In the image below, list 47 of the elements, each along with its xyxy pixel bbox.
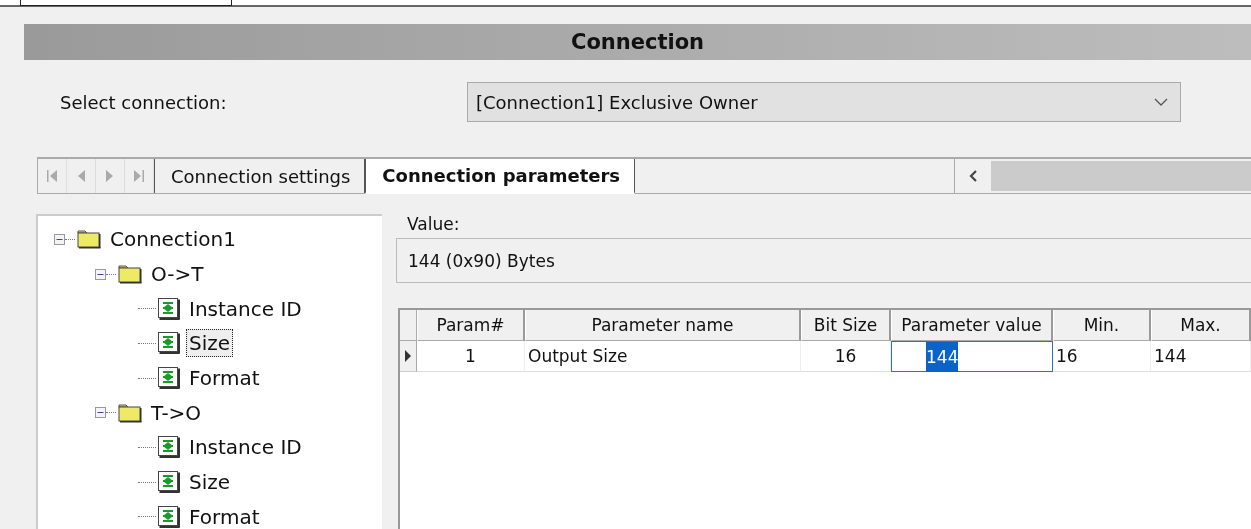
folder-icon bbox=[118, 402, 142, 423]
triangle-left-icon bbox=[76, 169, 86, 183]
parameter-icon bbox=[158, 367, 180, 390]
table-cell: 16 bbox=[1053, 341, 1151, 372]
column-header[interactable]: Max. bbox=[1151, 310, 1251, 341]
chevron-left-icon bbox=[968, 169, 978, 183]
tab[interactable]: Connection parameters bbox=[365, 159, 636, 194]
parameter-icon bbox=[158, 436, 180, 459]
column-header[interactable]: Param# bbox=[417, 310, 525, 341]
tree-item[interactable]: Size bbox=[186, 468, 234, 497]
value-field: 144 (0x90) Bytes bbox=[396, 238, 1251, 283]
table-cell: 144 bbox=[1151, 341, 1251, 372]
triangle-right-icon bbox=[105, 169, 115, 183]
tree-item[interactable]: Instance ID bbox=[186, 433, 305, 462]
parameter-icon bbox=[158, 471, 180, 494]
collapse-icon[interactable] bbox=[95, 268, 106, 280]
column-header[interactable]: Bit Size bbox=[801, 310, 891, 341]
value-label: Value: bbox=[407, 214, 461, 236]
table-cell: 1 bbox=[417, 341, 525, 372]
section-header: Connection bbox=[24, 24, 1251, 60]
column-header[interactable]: Parameter value bbox=[891, 310, 1053, 341]
tree-item[interactable]: O->T bbox=[148, 260, 207, 289]
field-label: Select connection: bbox=[60, 91, 228, 113]
table-cell: 16 bbox=[801, 341, 891, 372]
connection-dropdown[interactable]: [Connection1] Exclusive Owner bbox=[467, 82, 1181, 122]
folder-icon bbox=[77, 229, 101, 250]
corner-header bbox=[400, 310, 417, 341]
tree-item[interactable]: Format bbox=[186, 502, 263, 529]
tree-item[interactable]: Instance ID bbox=[186, 294, 305, 323]
collapse-icon[interactable] bbox=[95, 407, 106, 419]
table-cell: Output Size bbox=[525, 341, 801, 372]
tree-item[interactable]: Size bbox=[186, 329, 234, 358]
parameter-icon bbox=[158, 332, 180, 355]
folder-icon bbox=[118, 264, 142, 285]
skip-last-icon bbox=[133, 169, 145, 183]
tree-item[interactable]: Connection1 bbox=[107, 225, 239, 254]
collapse-icon[interactable] bbox=[54, 233, 65, 245]
column-header[interactable]: Min. bbox=[1053, 310, 1151, 341]
parameter-icon bbox=[158, 297, 180, 320]
row-pointer-icon bbox=[405, 350, 411, 362]
cell-editor[interactable]: 144 bbox=[891, 341, 1053, 372]
tree-item[interactable]: T->O bbox=[148, 398, 205, 427]
skip-first-icon bbox=[46, 169, 58, 183]
chevron-down-icon bbox=[1154, 98, 1168, 106]
tree-item[interactable]: Format bbox=[186, 364, 263, 393]
row-header[interactable] bbox=[400, 341, 417, 372]
column-header[interactable]: Parameter name bbox=[525, 310, 801, 341]
